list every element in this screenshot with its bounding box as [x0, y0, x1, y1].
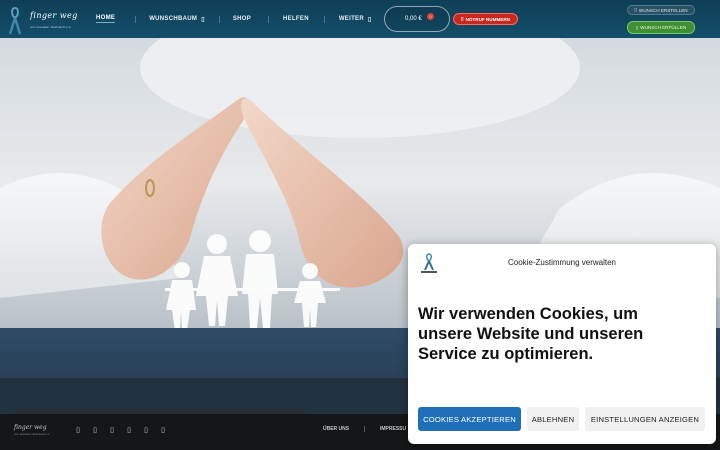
social-icon[interactable]: ▯: [125, 426, 133, 436]
logo-text: finger weg: [30, 11, 78, 20]
nav-divider: [323, 15, 325, 23]
social-icon[interactable]: ▯: [91, 426, 99, 436]
cookie-headline: Wir verwenden Cookies, um unsere Website…: [418, 305, 644, 363]
nav-shop-label: SHOP: [232, 16, 252, 22]
chevron-down-icon: ▯: [367, 16, 372, 23]
site-header: finger weg vom sexuellen missbrauch e.V.…: [0, 0, 720, 38]
nav-helfen[interactable]: HELFEN: [283, 16, 309, 22]
nav-shop[interactable]: SHOP: [233, 16, 251, 22]
footer-logo-text: finger weg: [14, 424, 47, 431]
cart-button[interactable]: 0,00 € 0: [384, 6, 450, 32]
nav-weiter[interactable]: WEITER ▯: [339, 16, 372, 23]
social-icon[interactable]: ▯: [74, 426, 82, 436]
plus-icon: ▯: [634, 7, 637, 12]
footer-social-icons: ▯ ▯ ▯ ▯ ▯ ▯: [74, 426, 167, 436]
footer-logo[interactable]: finger weg vom sexuellen missbrauch e.V.: [14, 424, 64, 440]
site-logo[interactable]: finger weg vom sexuellen missbrauch e.V.: [6, 6, 78, 36]
cart-total: 0,00 €: [405, 16, 422, 22]
nav-divider: [268, 15, 270, 23]
deny-cookies-button[interactable]: ABLEHNEN: [527, 407, 579, 431]
awareness-ribbon-icon: [8, 6, 22, 35]
phone-icon: ▯: [461, 16, 464, 21]
nav-divider: [218, 15, 220, 23]
emergency-numbers-button[interactable]: ▯ NOTRUF NUMMERN: [453, 13, 518, 25]
footer-logo-tagline: vom sexuellen missbrauch e.V.: [14, 433, 50, 436]
nav-home-label: HOME: [96, 15, 116, 21]
social-icon[interactable]: ▯: [159, 426, 167, 436]
logo-tagline: vom sexuellen missbrauch e.V.: [30, 25, 72, 29]
footer-link-about[interactable]: ÜBER UNS: [323, 426, 349, 432]
footer-divider: [364, 426, 365, 432]
cookie-consent-dialog: Cookie-Zustimmung verwalten Wir verwende…: [408, 244, 716, 444]
fulfil-wish-label: WUNSCH ERFÜLLEN: [640, 25, 687, 30]
nav-weiter-label: WEITER: [338, 16, 364, 22]
chevron-down-icon: ▯: [201, 16, 205, 23]
nav-home[interactable]: HOME: [96, 15, 116, 23]
emergency-numbers-label: NOTRUF NUMMERN: [465, 16, 510, 22]
nav-wunschbaum[interactable]: WUNSCHBAUM ▯: [149, 16, 205, 23]
social-icon[interactable]: ▯: [108, 426, 116, 436]
nav-divider: [135, 15, 137, 23]
fulfil-wish-button[interactable]: ▯ WUNSCH ERFÜLLEN: [627, 21, 695, 34]
accept-cookies-button[interactable]: COOKIES AKZEPTIEREN: [418, 407, 521, 431]
nav-wunschbaum-label: WUNSCHBAUM: [149, 16, 198, 22]
footer-link-imprint[interactable]: IMPRESSU: [380, 426, 406, 432]
create-wish-label: WUNSCH ERSTELLEN: [638, 7, 688, 13]
main-nav: HOME WUNSCHBAUM ▯ SHOP HELFEN WEITER ▯: [96, 12, 372, 26]
cookie-settings-button[interactable]: EINSTELLUNGEN ANZEIGEN: [585, 407, 705, 431]
cart-count-badge: 0: [427, 13, 434, 20]
social-icon[interactable]: ▯: [142, 426, 150, 436]
create-wish-button[interactable]: ▯ WUNSCH ERSTELLEN: [627, 5, 695, 15]
nav-helfen-label: HELFEN: [283, 16, 309, 22]
gift-icon: ▯: [635, 24, 639, 30]
cookie-dialog-title: Cookie-Zustimmung verwalten: [507, 258, 617, 267]
